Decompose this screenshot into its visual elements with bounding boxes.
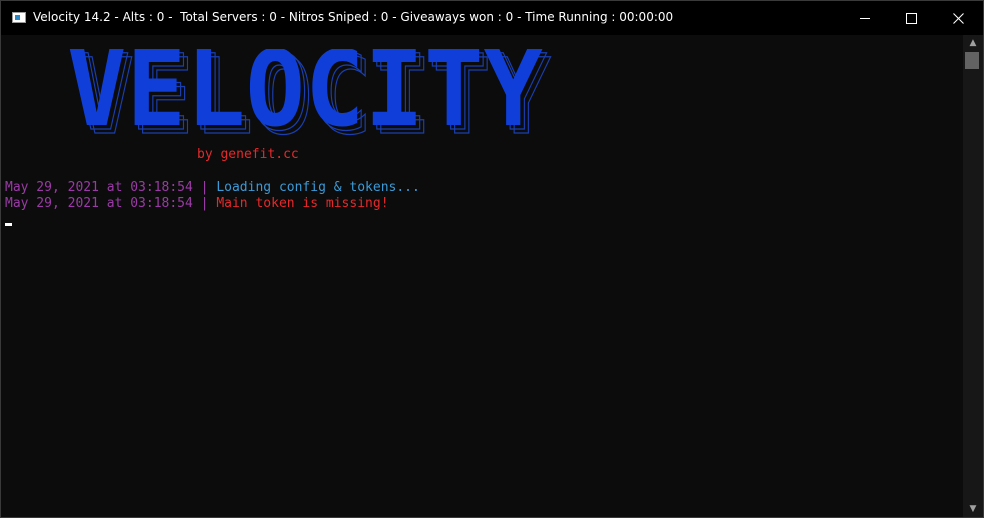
close-button[interactable] [935,1,981,35]
window-title: Velocity 14.2 - Alts : 0 - Total Servers… [33,10,674,24]
log-message: Loading config & tokens... [216,180,420,195]
log-line: May 29, 2021 at 03:18:54 | Main token is… [5,196,389,212]
scroll-up-arrow-icon[interactable]: ▲ [963,35,983,51]
minimize-button[interactable] [842,1,888,35]
log-timestamp: May 29, 2021 at 03:18:54 [5,196,193,211]
velocity-ascii-logo: VELOCITY VELOCITY VELOCITY [67,49,552,145]
log-message: Main token is missing! [216,196,389,211]
scrollbar-thumb[interactable] [965,52,979,69]
title-bar[interactable]: Velocity 14.2 - Alts : 0 - Total Servers… [1,1,983,35]
close-icon [952,12,964,24]
console-output[interactable]: VELOCITY VELOCITY VELOCITY by genefit.cc… [1,35,963,517]
log-separator: | [200,196,209,211]
author-credit: by genefit.cc [197,147,299,162]
text-cursor [5,223,12,226]
maximize-icon [905,12,917,24]
console-window: Velocity 14.2 - Alts : 0 - Total Servers… [0,0,984,518]
maximize-button[interactable] [888,1,934,35]
console-app-icon[interactable] [12,12,26,23]
minimize-icon [860,17,870,19]
log-timestamp: May 29, 2021 at 03:18:54 [5,180,193,195]
vertical-scrollbar[interactable]: ▲ ▼ [963,35,983,517]
scroll-down-arrow-icon[interactable]: ▼ [963,501,983,517]
logo-text: VELOCITY [67,49,543,145]
log-line: May 29, 2021 at 03:18:54 | Loading confi… [5,180,420,196]
log-separator: | [200,180,209,195]
